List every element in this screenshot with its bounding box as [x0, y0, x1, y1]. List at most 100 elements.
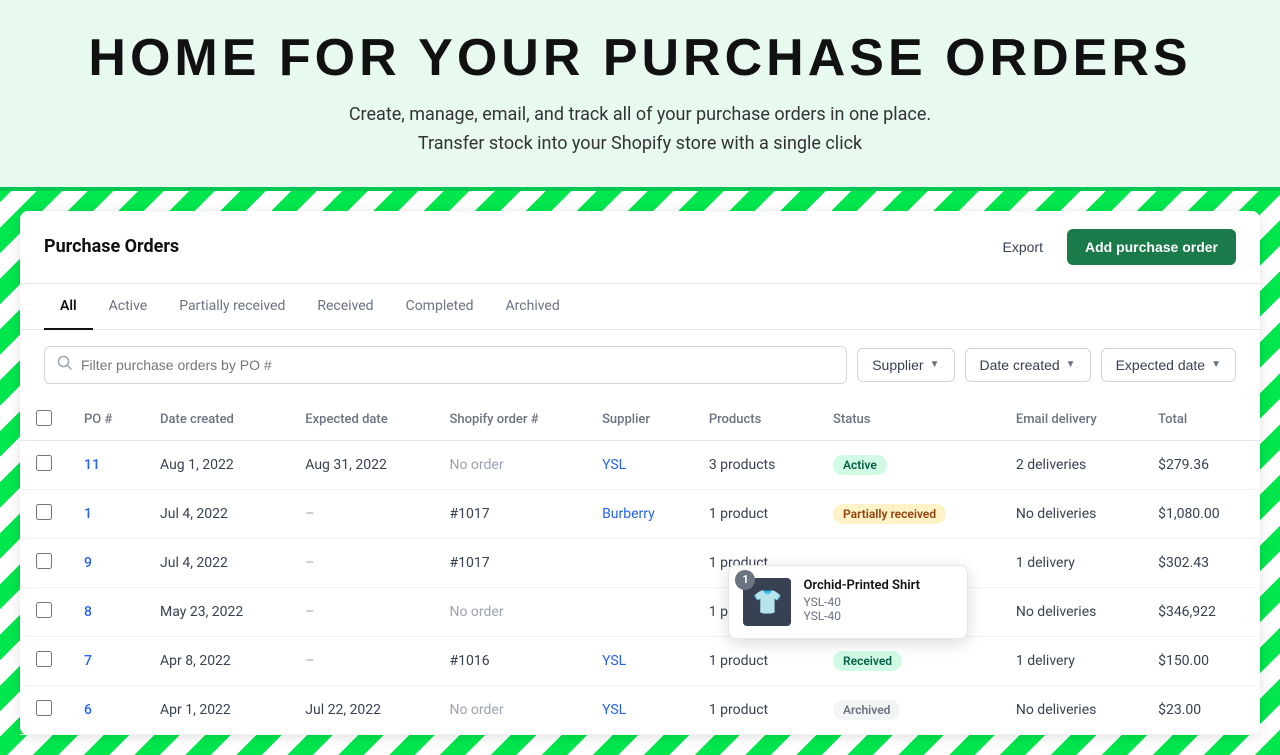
col-po: PO #	[68, 400, 144, 441]
expected-date-filter-button[interactable]: Expected date ▼	[1101, 348, 1236, 382]
tab-all[interactable]: All	[44, 284, 93, 330]
col-expected-date: Expected date	[289, 400, 433, 441]
status-cell: Partially received	[817, 489, 1000, 538]
table-row: 1Jul 4, 2022–#1017Burberry1 productParti…	[20, 489, 1260, 538]
expected-date-cell: –	[289, 538, 433, 587]
table-row: 11Aug 1, 2022Aug 31, 2022No orderYSL3 pr…	[20, 440, 1260, 489]
expected-date-cell: Jul 22, 2022	[289, 685, 433, 734]
total-cell: $23.00	[1142, 685, 1260, 734]
supplier-link[interactable]: YSL	[602, 653, 626, 669]
shopify-order-cell: #1016	[433, 636, 586, 685]
search-wrapper	[44, 346, 847, 384]
expected-date-cell: –	[289, 636, 433, 685]
shopify-order-cell: No order	[433, 440, 586, 489]
col-status: Status	[817, 400, 1000, 441]
status-badge: Partially received	[833, 504, 946, 524]
status-badge: Active	[833, 455, 887, 475]
tab-received[interactable]: Received	[301, 284, 389, 330]
email-delivery-cell: No deliveries	[1000, 685, 1142, 734]
tab-partially-received[interactable]: Partially received	[163, 284, 301, 330]
tab-completed[interactable]: Completed	[390, 284, 490, 330]
products-cell: 1 product	[693, 489, 817, 538]
row-checkbox[interactable]	[36, 455, 52, 471]
expected-date-cell: Aug 31, 2022	[289, 440, 433, 489]
total-cell: $279.36	[1142, 440, 1260, 489]
tabs-bar: All Active Partially received Received C…	[20, 284, 1260, 330]
po-link[interactable]: 6	[84, 702, 92, 718]
po-link[interactable]: 7	[84, 653, 92, 669]
row-checkbox[interactable]	[36, 651, 52, 667]
col-products: Products	[693, 400, 817, 441]
supplier-link[interactable]: Burberry	[602, 506, 655, 522]
table-row: 6Apr 1, 2022Jul 22, 2022No orderYSL1 pro…	[20, 685, 1260, 734]
search-icon	[57, 355, 73, 375]
add-purchase-order-button[interactable]: Add purchase order	[1067, 229, 1236, 265]
popover-info: Orchid-Printed Shirt YSL-40 YSL-40	[803, 578, 920, 623]
products-cell: 1 product 1 👕 Orchid-Printed Shirt YSL-4…	[693, 538, 817, 587]
shirt-icon: 👕	[753, 588, 783, 616]
supplier-filter-button[interactable]: Supplier ▼	[857, 348, 954, 382]
popover-sku2: YSL-40	[803, 609, 920, 623]
status-badge: Received	[833, 651, 902, 671]
supplier-cell: YSL	[586, 440, 693, 489]
supplier-cell: YSL	[586, 636, 693, 685]
product-image: 1 👕	[743, 578, 791, 626]
tab-archived[interactable]: Archived	[490, 284, 576, 330]
po-link[interactable]: 1	[84, 506, 92, 522]
date-created-filter-button[interactable]: Date created ▼	[965, 348, 1091, 382]
date-created-cell: Apr 8, 2022	[144, 636, 289, 685]
hero-section: HOME FOR YOUR PURCHASE ORDERS Create, ma…	[0, 0, 1280, 191]
products-tooltip-container: 1 product 1 👕 Orchid-Printed Shirt YSL-4…	[709, 555, 768, 571]
header-actions: Export Add purchase order	[991, 229, 1237, 265]
export-button[interactable]: Export	[991, 231, 1055, 263]
date-created-cell: Jul 4, 2022	[144, 489, 289, 538]
email-delivery-cell: No deliveries	[1000, 489, 1142, 538]
email-delivery-cell: 2 deliveries	[1000, 440, 1142, 489]
filters-row: Supplier ▼ Date created ▼ Expected date …	[20, 330, 1260, 400]
supplier-link[interactable]: YSL	[602, 702, 626, 718]
panel-title: Purchase Orders	[44, 236, 179, 257]
row-checkbox[interactable]	[36, 553, 52, 569]
email-delivery-cell: 1 delivery	[1000, 538, 1142, 587]
date-created-cell: Aug 1, 2022	[144, 440, 289, 489]
status-cell: Received	[817, 636, 1000, 685]
total-cell: $1,080.00	[1142, 489, 1260, 538]
date-created-cell: May 23, 2022	[144, 587, 289, 636]
col-shopify-order: Shopify order #	[433, 400, 586, 441]
search-input[interactable]	[81, 357, 834, 373]
select-all-checkbox[interactable]	[36, 410, 52, 426]
products-cell: 1 product	[693, 636, 817, 685]
shopify-order-cell: #1017	[433, 489, 586, 538]
supplier-link[interactable]: YSL	[602, 457, 626, 473]
status-badge: Archived	[833, 700, 900, 720]
status-cell: Archived	[817, 685, 1000, 734]
supplier-cell: Burberry	[586, 489, 693, 538]
popover-product-name: Orchid-Printed Shirt	[803, 578, 920, 593]
col-date-created: Date created	[144, 400, 289, 441]
orders-table-wrapper: PO # Date created Expected date Shopify …	[20, 400, 1260, 735]
row-checkbox[interactable]	[36, 504, 52, 520]
po-link[interactable]: 8	[84, 604, 92, 620]
panel-header: Purchase Orders Export Add purchase orde…	[20, 211, 1260, 284]
chevron-down-icon: ▼	[1066, 359, 1076, 370]
supplier-cell: YSL	[586, 685, 693, 734]
popover-badge: 1	[735, 570, 755, 590]
col-email-delivery: Email delivery	[1000, 400, 1142, 441]
po-link[interactable]: 9	[84, 555, 92, 571]
tab-active[interactable]: Active	[93, 284, 164, 330]
app-wrapper: Purchase Orders Export Add purchase orde…	[0, 191, 1280, 755]
date-created-cell: Apr 1, 2022	[144, 685, 289, 734]
row-checkbox[interactable]	[36, 700, 52, 716]
table-row: 9Jul 4, 2022–#1017 1 product 1 👕 Orchid-…	[20, 538, 1260, 587]
supplier-cell	[586, 538, 693, 587]
col-supplier: Supplier	[586, 400, 693, 441]
shopify-order-cell: No order	[433, 587, 586, 636]
hero-subtitle: Create, manage, email, and track all of …	[20, 101, 1260, 159]
popover-sku1: YSL-40	[803, 595, 920, 609]
orders-table: PO # Date created Expected date Shopify …	[20, 400, 1260, 735]
main-panel: Purchase Orders Export Add purchase orde…	[20, 211, 1260, 735]
product-popover: 1 👕 Orchid-Printed Shirt YSL-40 YSL-40	[728, 565, 968, 639]
row-checkbox[interactable]	[36, 602, 52, 618]
po-link[interactable]: 11	[84, 457, 100, 473]
status-cell: Active	[817, 440, 1000, 489]
